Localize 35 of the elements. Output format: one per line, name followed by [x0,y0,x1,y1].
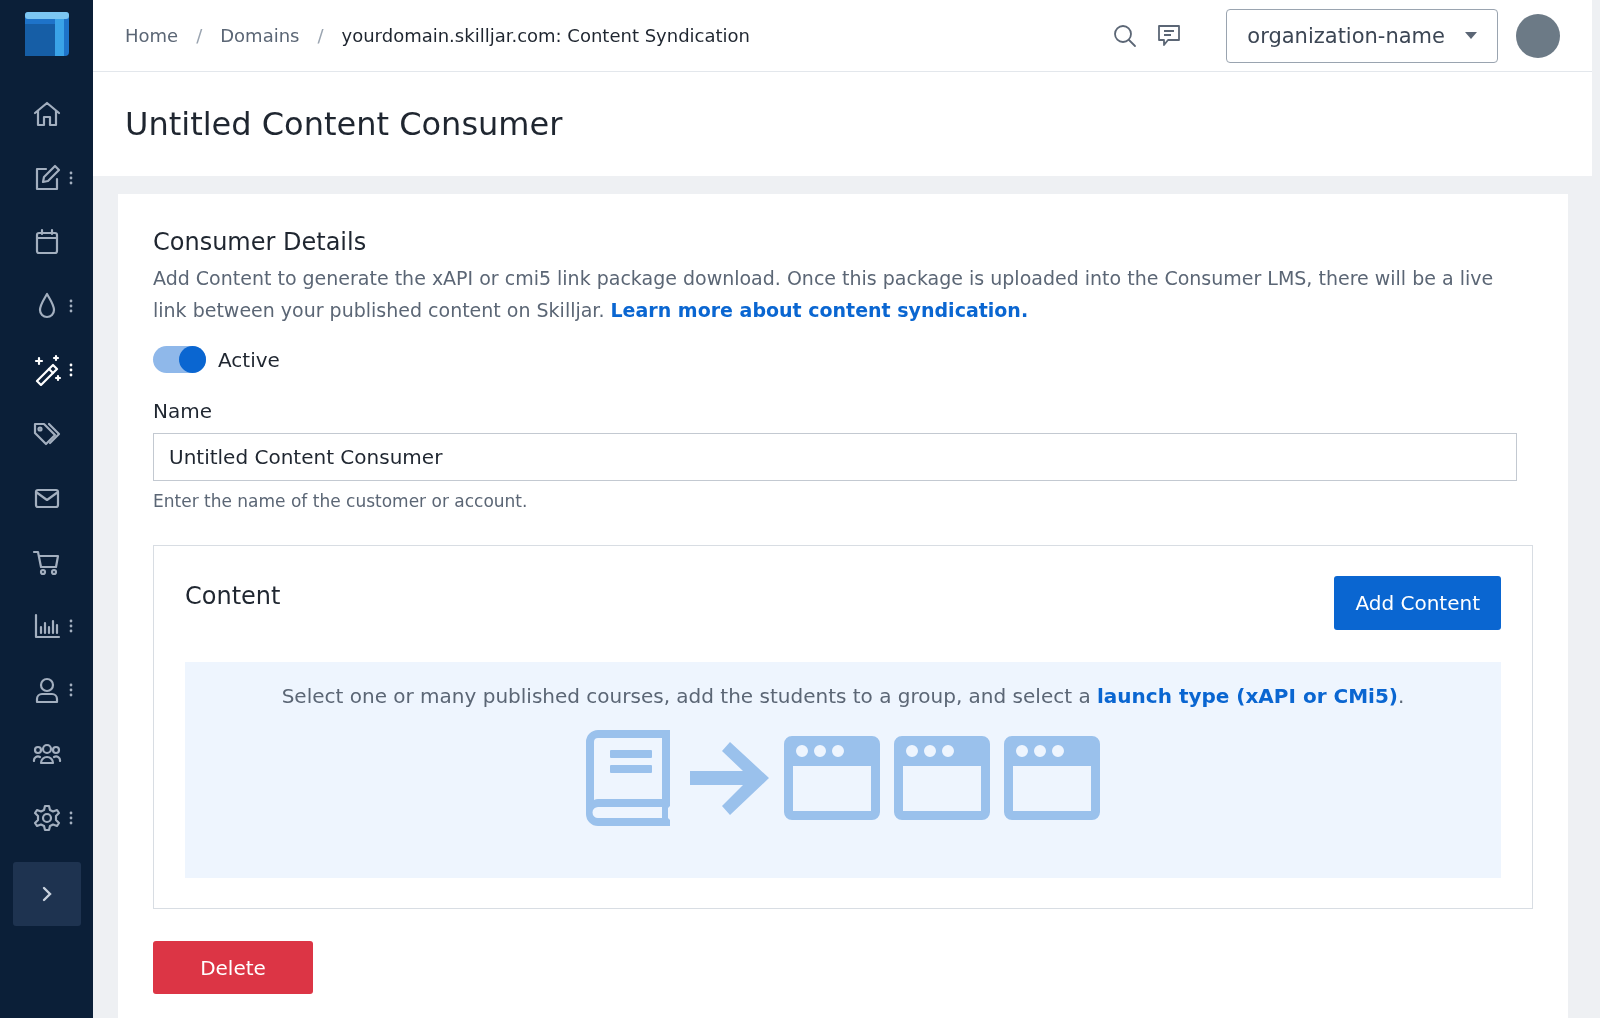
field-label: Name [153,399,213,423]
section-heading: Consumer Details [153,228,368,256]
delete-button[interactable]: Delete [153,941,313,994]
toggle-label: Active [218,347,280,372]
browser-window-icon [784,736,880,820]
search-icon[interactable] [1112,22,1139,49]
more-icon[interactable] [69,363,73,377]
content-heading: Content [185,582,281,610]
more-icon[interactable] [69,619,73,633]
more-icon[interactable] [69,171,73,185]
chevron-right-icon [40,885,53,903]
more-icon[interactable] [69,811,73,825]
page-title: Untitled Content Consumer [125,105,563,143]
logo-icon[interactable] [24,12,69,56]
help-text: Enter the name of the customer or account. [153,491,529,511]
learn-more-link[interactable]: Learn more about content syndication. [610,299,1029,321]
info-text: Select one or many published courses, add the students to a group, and select a launch type (xAPI or CMi5). [280,684,1406,708]
caret-icon [1465,32,1477,39]
active-toggle[interactable] [153,346,206,373]
more-icon[interactable] [69,299,73,313]
name-input-field[interactable]: Untitled Content Consumer [153,433,1517,481]
browser-window-icon [894,736,990,820]
description-text: Add Content to generate the xAPI or cmi5 link package download. Once this package is uploaded into the Consumer LMS, there will be a live link between your published content on Skilljar. Learn more about content syndication. [153,266,1495,323]
breadcrumb-link[interactable]: Home [125,25,179,46]
launch-type-link[interactable]: launch type (xAPI or CMi5) [1097,684,1398,708]
browser-window-icon [1004,736,1100,820]
breadcrumb-separator: / [317,25,324,46]
chat-icon[interactable] [1156,22,1183,49]
organization-dropdown[interactable]: organization-name [1226,8,1498,63]
breadcrumb-link[interactable]: Domains [220,25,300,46]
book-icon [586,730,672,826]
avatar[interactable] [1516,13,1560,58]
breadcrumb-separator: / [196,25,203,46]
add-content-button[interactable]: Add Content [1334,576,1501,630]
more-icon[interactable] [69,683,73,697]
